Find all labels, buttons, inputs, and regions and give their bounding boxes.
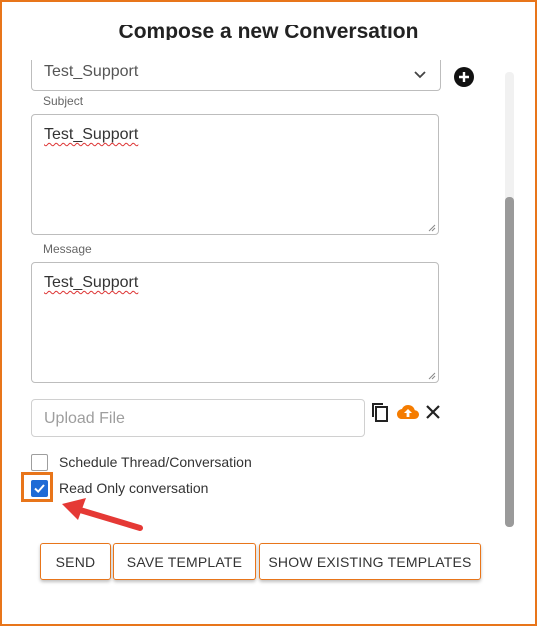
annotation-highlight-box — [21, 472, 53, 502]
message-textarea[interactable]: Test_Support — [31, 262, 439, 383]
message-label: Message — [43, 242, 92, 256]
form-scroll-area[interactable]: Test_Support Subject Test_Support Messag… — [2, 42, 537, 530]
show-existing-templates-button[interactable]: SHOW EXISTING TEMPLATES — [259, 543, 481, 580]
dialog-title: Compose a new Conversation — [118, 20, 419, 40]
recipient-select[interactable]: Test_Support — [31, 60, 441, 91]
resize-grip-icon[interactable] — [428, 224, 436, 232]
recipient-select-value: Test_Support — [44, 63, 139, 80]
scrollbar-track[interactable] — [505, 72, 514, 527]
close-icon[interactable] — [424, 403, 442, 421]
resize-grip-icon[interactable] — [428, 372, 436, 380]
upload-file-input[interactable]: Upload File — [31, 399, 365, 437]
schedule-checkbox[interactable] — [31, 454, 48, 471]
cloud-upload-icon[interactable] — [396, 402, 420, 422]
upload-placeholder: Upload File — [44, 410, 125, 427]
annotation-arrow-icon — [62, 498, 143, 531]
schedule-label: Schedule Thread/Conversation — [59, 454, 252, 470]
subject-textarea[interactable]: Test_Support — [31, 114, 439, 235]
subject-label: Subject — [43, 94, 84, 108]
save-template-button[interactable]: SAVE TEMPLATE — [113, 543, 256, 580]
subject-text: Test_Support — [44, 126, 139, 143]
scrollbar-thumb[interactable] — [505, 197, 514, 527]
dialog-frame: Compose a new Conversation Test_Support … — [0, 0, 537, 626]
read-only-label: Read Only conversation — [59, 480, 209, 496]
message-text: Test_Support — [44, 274, 139, 291]
plus-circle-icon[interactable] — [454, 67, 474, 87]
copy-icon[interactable] — [370, 401, 392, 423]
send-button[interactable]: SEND — [40, 543, 111, 580]
chevron-down-icon — [414, 71, 426, 79]
